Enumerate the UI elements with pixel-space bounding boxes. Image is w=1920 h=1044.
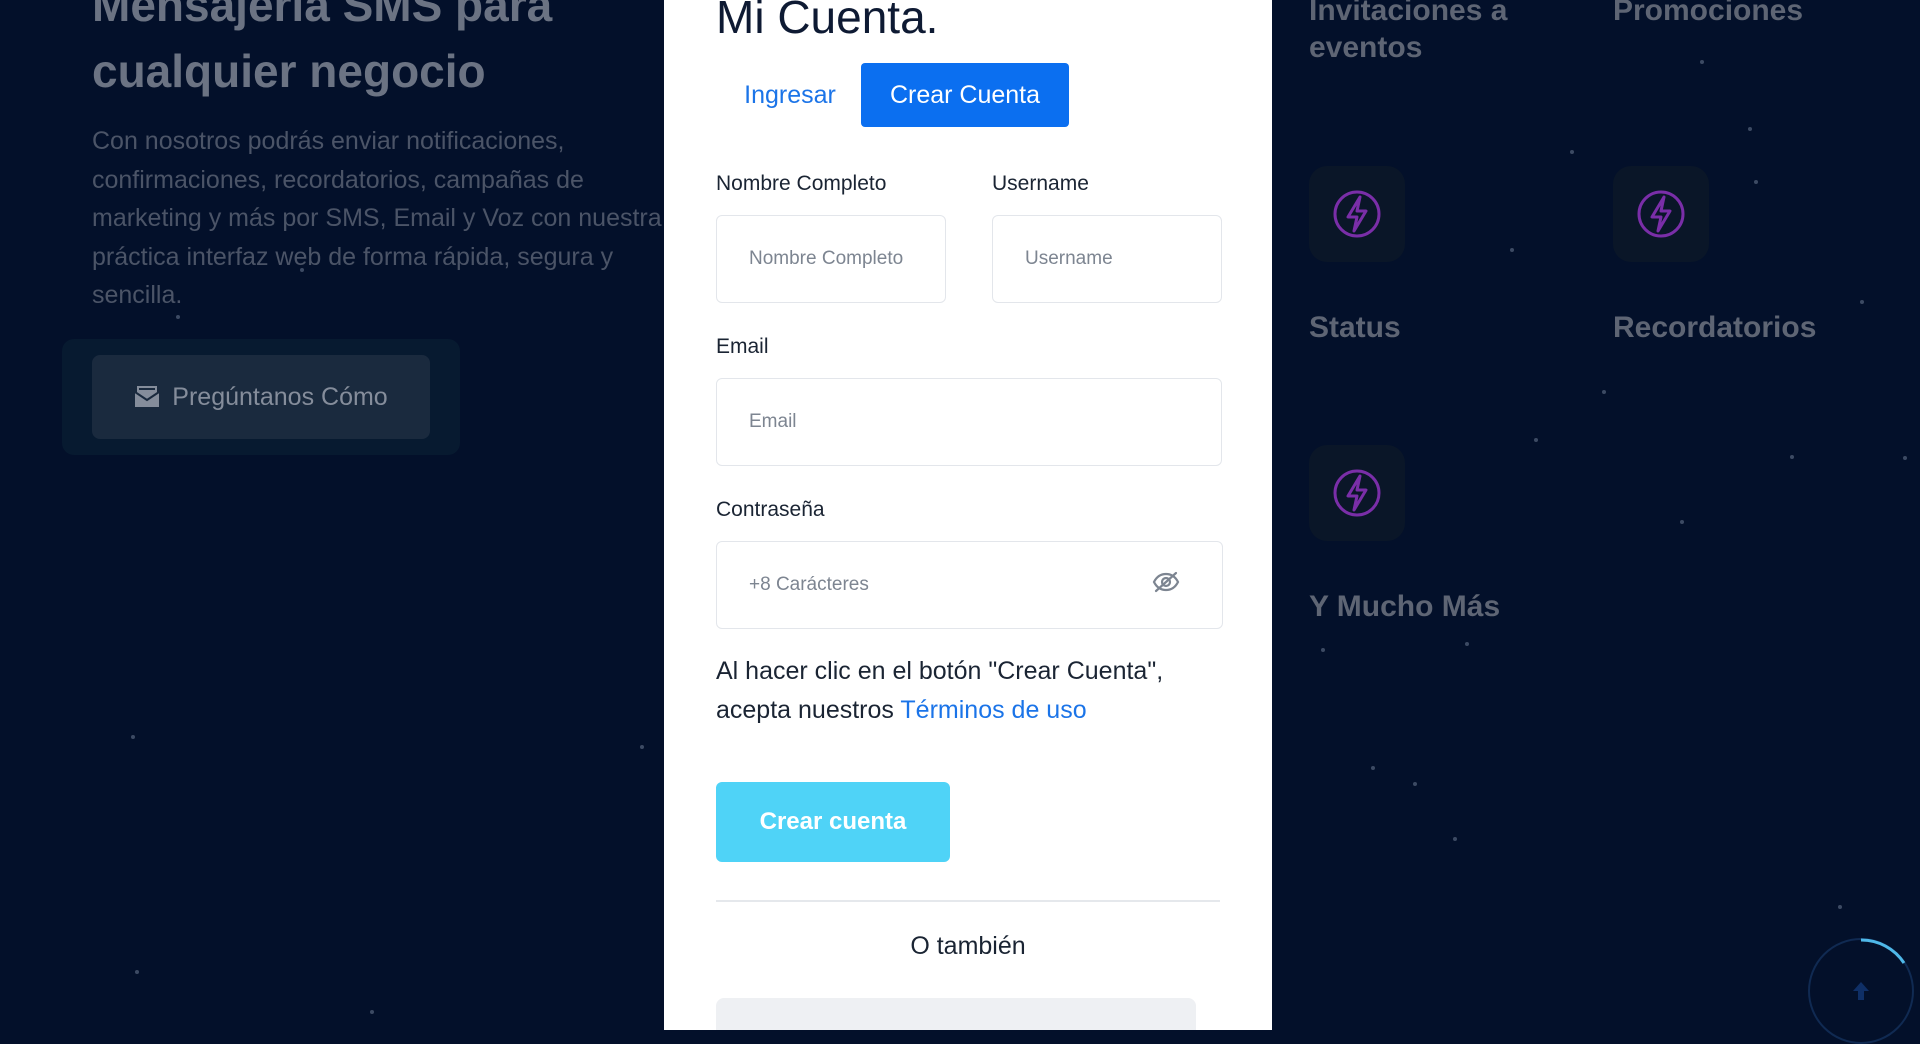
star-dot — [1510, 248, 1514, 252]
star-dot — [1465, 642, 1469, 646]
star-dot — [1321, 648, 1325, 652]
full-name-input[interactable] — [716, 215, 946, 303]
account-modal: Mi Cuenta. Ingresar Crear Cuenta Nombre … — [664, 0, 1272, 1030]
terms-text: Al hacer clic en el botón "Crear Cuenta"… — [716, 652, 1236, 730]
star-dot — [1534, 438, 1538, 442]
star-dot — [1602, 390, 1606, 394]
create-account-submit-button[interactable]: Crear cuenta — [716, 782, 950, 862]
username-label: Username — [992, 172, 1089, 195]
lightning-bolt-icon — [1309, 445, 1405, 541]
scroll-progress-ring — [1860, 938, 1906, 964]
star-dot — [1754, 180, 1758, 184]
or-also-text: O también — [910, 932, 1026, 960]
envelope-icon — [134, 386, 160, 408]
star-dot — [176, 315, 180, 319]
divider — [716, 900, 1220, 902]
feature-title-reminders: Recordatorios — [1613, 311, 1817, 344]
terms-of-use-link[interactable]: Términos de uso — [900, 696, 1086, 724]
full-name-label: Nombre Completo — [716, 172, 887, 195]
star-dot — [1903, 456, 1907, 460]
star-dot — [370, 1010, 374, 1014]
scroll-to-top-button[interactable] — [1808, 938, 1914, 1044]
eye-slash-icon[interactable] — [1152, 570, 1180, 599]
star-dot — [135, 970, 139, 974]
password-input[interactable] — [716, 541, 1223, 629]
feature-title-more: Y Mucho Más — [1309, 590, 1501, 623]
email-input[interactable] — [716, 378, 1222, 466]
tab-create-account[interactable]: Crear Cuenta — [861, 63, 1069, 127]
hero-description: Con nosotros podrás enviar notificacione… — [92, 127, 662, 309]
star-dot — [131, 735, 135, 739]
star-dot — [1860, 300, 1864, 304]
feature-title-status: Status — [1309, 311, 1401, 344]
star-dot — [1700, 60, 1704, 64]
ask-how-button[interactable]: Pregúntanos Cómo — [92, 355, 430, 439]
star-dot — [1413, 782, 1417, 786]
email-label: Email — [716, 335, 769, 358]
star-dot — [1680, 520, 1684, 524]
modal-title: Mi Cuenta. — [716, 0, 939, 43]
star-dot — [1790, 455, 1794, 459]
star-dot — [1570, 150, 1574, 154]
star-dot — [1748, 127, 1752, 131]
password-label: Contraseña — [716, 498, 825, 521]
star-dot — [1371, 766, 1375, 770]
hero-title: Mensajería SMS para cualquier negocio — [92, 0, 553, 97]
tab-login[interactable]: Ingresar — [716, 63, 864, 127]
feature-title-invitations: Invitaciones a eventos — [1309, 0, 1508, 64]
lightning-bolt-icon — [1309, 166, 1405, 262]
social-login-button[interactable] — [716, 998, 1196, 1030]
star-dot — [1453, 837, 1457, 841]
ask-how-label: Pregúntanos Cómo — [172, 382, 388, 411]
username-input[interactable] — [992, 215, 1222, 303]
feature-title-promotions: Promociones — [1613, 0, 1804, 27]
star-dot — [640, 745, 644, 749]
lightning-bolt-icon — [1613, 166, 1709, 262]
star-dot — [1838, 905, 1842, 909]
